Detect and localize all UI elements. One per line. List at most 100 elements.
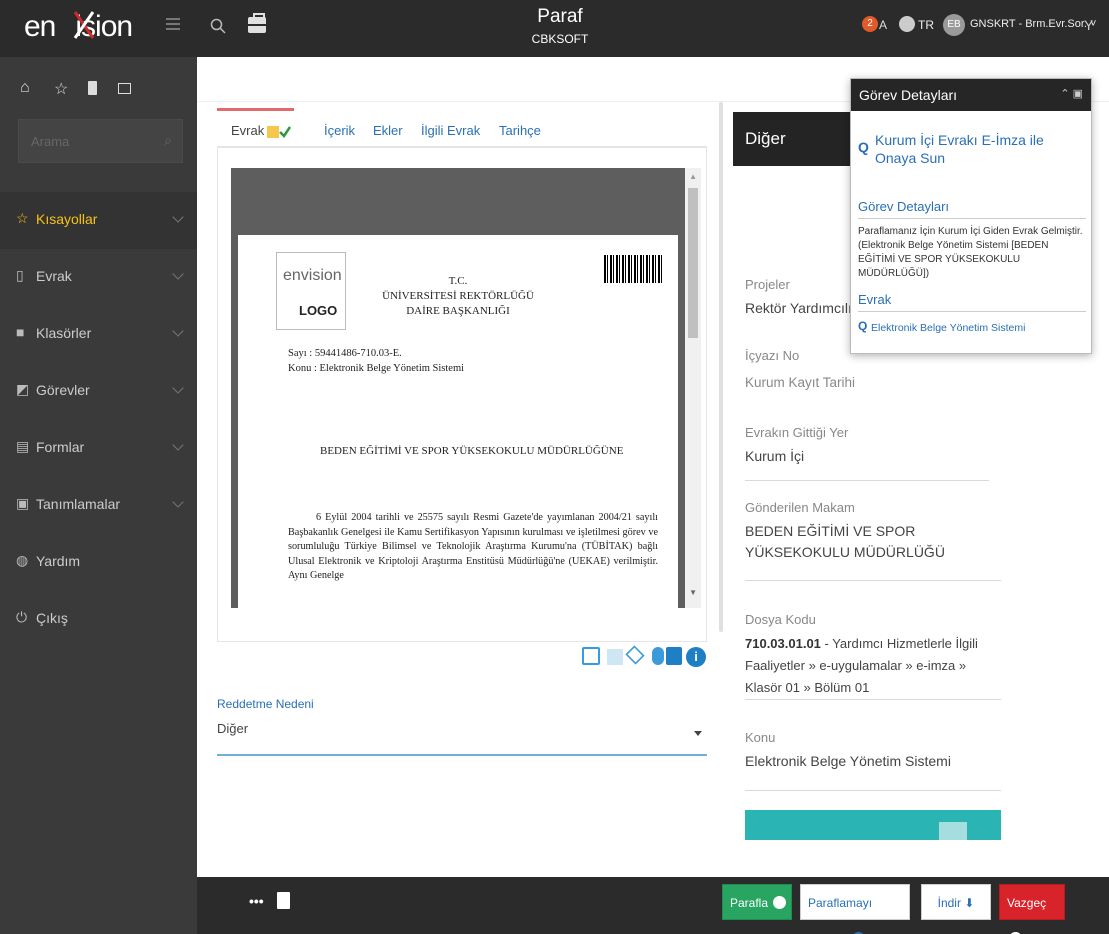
chevron-down-icon: [172, 439, 184, 451]
sidebar-item-label: Tanımlamalar: [36, 496, 121, 512]
sidebar-item-label: Formlar: [36, 439, 85, 455]
tab-tarihce[interactable]: Tarihçe: [499, 123, 541, 138]
field-label: Konu: [745, 730, 776, 745]
form-icon: ▤: [16, 438, 30, 454]
document-link[interactable]: Elektronik Belge Yönetim Sistemi: [871, 322, 1025, 334]
divider: [745, 580, 1001, 581]
tab-icerik[interactable]: İçerik: [324, 123, 355, 138]
star-icon[interactable]: ☆: [54, 79, 68, 99]
sidebar-item-formlar[interactable]: ▤ Formlar: [0, 420, 197, 477]
task-icon: ◩: [16, 381, 30, 397]
button-label: Parafla: [730, 896, 769, 910]
card-thumbnail: [939, 822, 967, 840]
field-value: Elektronik Belge Yönetim Sistemi: [745, 753, 951, 769]
home-icon[interactable]: ⌂: [20, 79, 30, 97]
hamburger-menu-icon[interactable]: [166, 18, 180, 32]
avatar[interactable]: EB: [943, 14, 965, 36]
logo-x-mark: [73, 11, 95, 39]
comment-icon[interactable]: [582, 647, 600, 665]
scrollbar[interactable]: ▲ ▼: [685, 168, 701, 608]
search-icon: Q: [858, 139, 869, 155]
chevron-down-icon: [172, 325, 184, 337]
video-icon[interactable]: [118, 83, 131, 94]
tab-evrak[interactable]: Evrak: [231, 123, 292, 138]
scroll-up-icon[interactable]: ▲: [689, 172, 697, 181]
cancel-button[interactable]: Vazgeç: [999, 884, 1065, 934]
chevron-down-icon: [172, 211, 184, 223]
dropdown-caret-icon[interactable]: [694, 731, 702, 736]
logo-text: envision: [283, 267, 342, 284]
sidebar-item-label: Görevler: [36, 382, 90, 398]
sidebar-item-yardim[interactable]: ◍ Yardım: [0, 534, 197, 591]
star-icon: ☆: [16, 210, 29, 226]
globe-icon[interactable]: [899, 16, 915, 32]
tab-ekler[interactable]: Ekler: [373, 123, 403, 138]
divider: [745, 699, 1001, 700]
panel-resize-handle[interactable]: [719, 102, 723, 632]
sidebar-item-tanimlamalar[interactable]: ▣ Tanımlamalar: [0, 477, 197, 534]
document-preview-frame: envision LOGO T.C. ÜNİVERSİTESİ REKTÖRLÜ…: [217, 147, 707, 642]
download-button[interactable]: İndir ⬇: [921, 884, 991, 920]
button-label: Paraflamayı Reddet: [808, 896, 873, 934]
download-icon: ⬇: [964, 896, 975, 910]
more-options-icon[interactable]: •••: [249, 893, 264, 909]
sidebar-search-input[interactable]: Arama ⌕: [18, 119, 183, 163]
tab-ilgili-evrak[interactable]: İlgili Evrak: [421, 123, 480, 138]
field-value: BEDEN EĞİTİMİ VE SPOR YÜKSEKOKULU MÜDÜRL…: [745, 523, 945, 560]
sidebar-item-label: Klasörler: [36, 325, 92, 341]
reject-reason-select[interactable]: Diğer: [217, 721, 248, 736]
search-icon: ⌕: [164, 132, 172, 148]
sidebar-item-cikis[interactable]: ⏻ Çıkış: [0, 591, 197, 648]
check-icon: [279, 125, 292, 138]
tab-label: Evrak: [231, 123, 265, 138]
scrollbar-thumb[interactable]: [688, 188, 698, 338]
help-icon: ◍: [16, 552, 29, 568]
sidebar-item-label: Evrak: [36, 268, 72, 284]
pdf-viewer[interactable]: envision LOGO T.C. ÜNİVERSİTESİ REKTÖRLÜ…: [231, 168, 701, 608]
folder-icon: ■: [16, 324, 25, 340]
language-selector[interactable]: TR: [918, 18, 934, 32]
info-icon[interactable]: i: [686, 647, 706, 667]
sidebar-item-gorevler[interactable]: ◩ Görevler: [0, 363, 197, 420]
top-bar: en ision Paraf CBKSOFT 2 A TR EB GNSKRT -…: [0, 0, 1109, 57]
grid-icon[interactable]: [607, 649, 623, 665]
parafla-button[interactable]: Parafla: [722, 884, 792, 920]
mouse-icon[interactable]: [652, 647, 664, 665]
briefcase-icon[interactable]: [248, 13, 266, 33]
clipboard-icon[interactable]: [88, 81, 97, 95]
reject-initial-button[interactable]: Paraflamayı Reddet: [800, 884, 910, 934]
notification-badge[interactable]: 2: [862, 16, 878, 32]
sidebar-item-kisayollar[interactable]: ☆ Kısayollar: [0, 192, 197, 249]
archive-icon[interactable]: [666, 647, 682, 665]
search-icon[interactable]: [210, 18, 226, 34]
doc-header-line: DAİRE BAŞKANLIĞI: [406, 305, 510, 317]
sidebar-item-label: Kısayollar: [36, 211, 98, 227]
barcode: [604, 255, 662, 283]
search-placeholder: Arama: [31, 134, 70, 149]
sidebar-item-label: Yardım: [36, 553, 81, 569]
sidebar-item-klasorler[interactable]: ■ Klasörler: [0, 306, 197, 363]
divider: [858, 311, 1086, 312]
task-link[interactable]: Kurum İçi Evrakı E-İmza ile Onaya Sun: [875, 131, 1075, 167]
logo-sub: LOGO: [299, 303, 338, 318]
user-menu[interactable]: GNSKRT - Brm.Evr.Sor. ˅: [970, 18, 1096, 30]
filter-icon[interactable]: Y: [1084, 17, 1093, 33]
brand-logo[interactable]: en ision: [0, 0, 197, 57]
popup-collapse-icon[interactable]: ⌃ ▣: [1060, 87, 1083, 100]
select-underline: [217, 754, 707, 756]
field-dosya-kodu: Dosya Kodu 710.03.01.01 - Yardımcı Hizme…: [745, 612, 1001, 699]
field-label: Evrakın Gittiği Yer: [745, 425, 849, 440]
field-gonderilen-makam: Gönderilen Makam BEDEN EĞİTİMİ VE SPOR Y…: [745, 500, 995, 563]
field-value: 710.03.01.01 - Yardımcı Hizmetlerle İlgi…: [745, 633, 1001, 699]
alert-icon[interactable]: A: [879, 18, 887, 32]
teal-card[interactable]: [745, 810, 1001, 840]
new-document-icon[interactable]: [277, 892, 290, 909]
envelope-open-icon[interactable]: [625, 645, 645, 665]
bottom-action-bar: ••• Parafla Paraflamayı Reddet İndir ⬇ V…: [197, 877, 1109, 934]
divider: [858, 218, 1086, 219]
user-label: GNSKRT - Brm.Evr.Sor.: [970, 18, 1087, 30]
reject-reason-label: Reddetme Nedeni: [217, 697, 314, 711]
scroll-down-icon[interactable]: ▼: [689, 588, 697, 597]
check-circle-icon: [773, 896, 787, 909]
sidebar-item-evrak[interactable]: ▯ Evrak: [0, 249, 197, 306]
